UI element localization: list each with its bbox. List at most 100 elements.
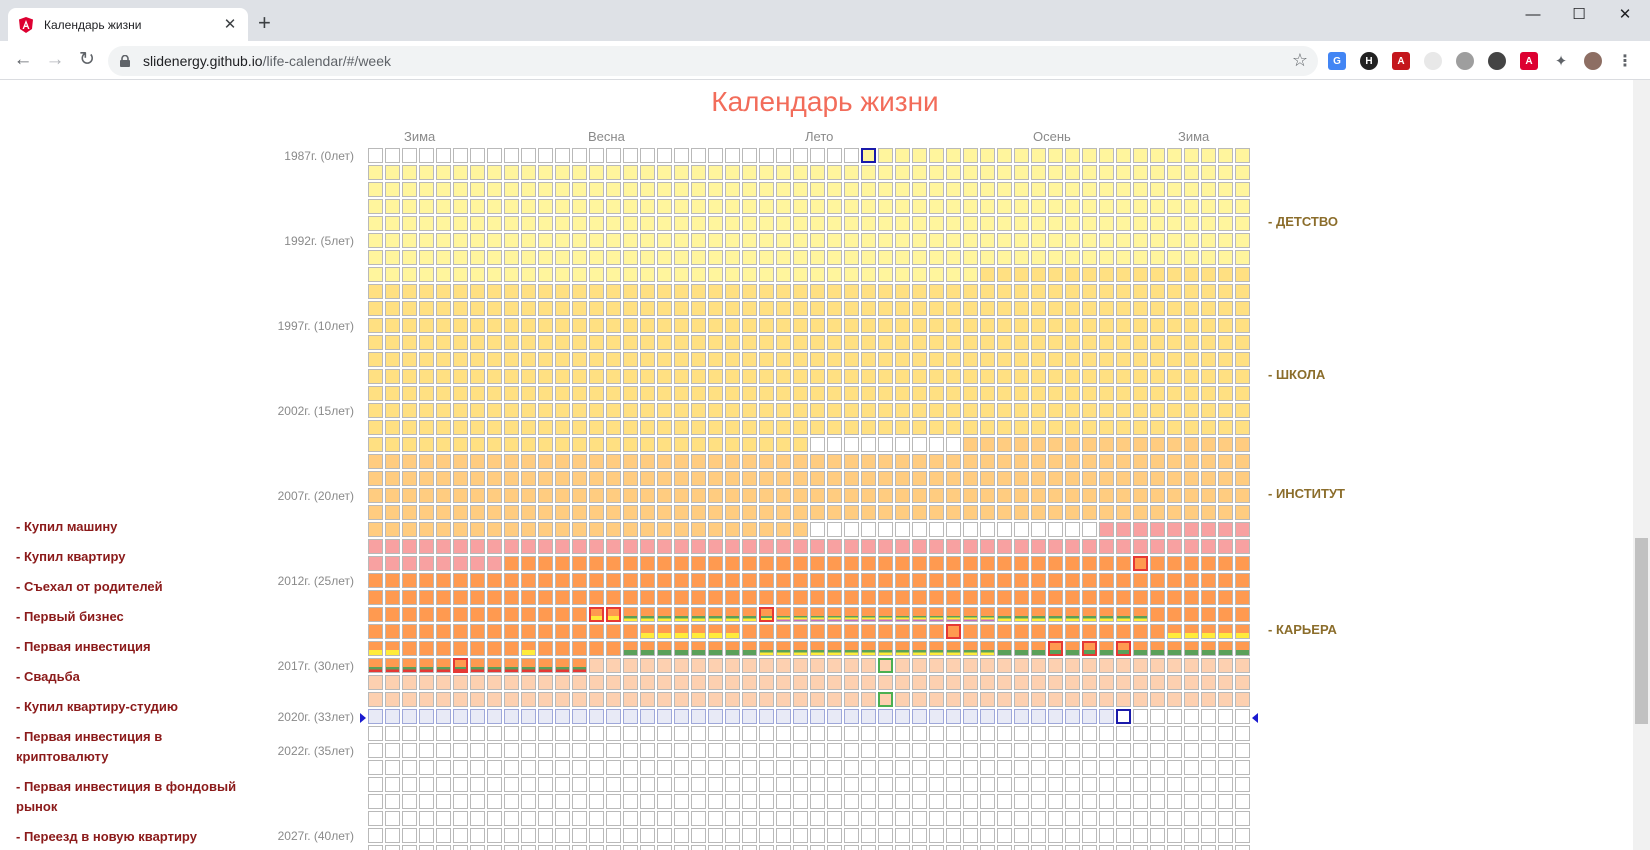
week-cell[interactable] [674, 284, 689, 299]
week-cell[interactable] [878, 301, 893, 316]
week-cell[interactable] [640, 726, 655, 741]
week-cell[interactable] [572, 437, 587, 452]
week-cell[interactable] [504, 284, 519, 299]
week-cell[interactable] [1235, 335, 1250, 350]
week-cell[interactable] [759, 573, 774, 588]
week-cell[interactable] [674, 335, 689, 350]
week-cell[interactable] [385, 811, 400, 826]
week-cell[interactable] [980, 165, 995, 180]
week-cell[interactable] [436, 318, 451, 333]
week-cell[interactable] [487, 658, 502, 673]
week-cell[interactable] [878, 658, 893, 673]
week-cell[interactable] [1031, 726, 1046, 741]
week-cell[interactable] [1014, 573, 1029, 588]
week-cell[interactable] [606, 573, 621, 588]
week-cell[interactable] [453, 199, 468, 214]
week-cell[interactable] [1082, 437, 1097, 452]
week-cell[interactable] [1133, 624, 1148, 639]
week-cell[interactable] [980, 454, 995, 469]
week-cell[interactable] [1150, 556, 1165, 571]
week-cell[interactable] [623, 845, 638, 850]
week-cell[interactable] [402, 845, 417, 850]
week-cell[interactable] [368, 284, 383, 299]
week-cell[interactable] [1031, 675, 1046, 690]
week-cell[interactable] [963, 573, 978, 588]
week-cell[interactable] [1116, 437, 1131, 452]
week-cell[interactable] [946, 199, 961, 214]
week-cell[interactable] [1184, 301, 1199, 316]
week-cell[interactable] [555, 658, 570, 673]
week-cell[interactable] [368, 624, 383, 639]
week-cell[interactable] [538, 488, 553, 503]
week-cell[interactable] [402, 607, 417, 622]
week-cell[interactable] [1133, 607, 1148, 622]
week-cell[interactable] [844, 250, 859, 265]
week-cell[interactable] [623, 624, 638, 639]
week-cell[interactable] [521, 573, 536, 588]
week-cell[interactable] [1133, 250, 1148, 265]
week-cell[interactable] [1167, 182, 1182, 197]
week-cell[interactable] [1201, 522, 1216, 537]
week-cell[interactable] [1235, 607, 1250, 622]
week-cell[interactable] [946, 352, 961, 367]
week-cell[interactable] [606, 420, 621, 435]
week-cell[interactable] [640, 658, 655, 673]
week-cell[interactable] [623, 658, 638, 673]
week-cell[interactable] [385, 743, 400, 758]
week-cell[interactable] [810, 828, 825, 843]
week-cell[interactable] [657, 624, 672, 639]
week-cell[interactable] [657, 743, 672, 758]
week-cell[interactable] [606, 726, 621, 741]
week-cell[interactable] [521, 624, 536, 639]
week-cell[interactable] [436, 335, 451, 350]
week-cell[interactable] [895, 658, 910, 673]
week-cell[interactable] [589, 250, 604, 265]
week-cell[interactable] [504, 828, 519, 843]
week-cell[interactable] [657, 471, 672, 486]
week-cell[interactable] [980, 182, 995, 197]
week-cell[interactable] [1099, 726, 1114, 741]
week-cell[interactable] [572, 233, 587, 248]
week-cell[interactable] [657, 828, 672, 843]
week-cell[interactable] [827, 250, 842, 265]
week-cell[interactable] [980, 233, 995, 248]
week-cell[interactable] [1014, 386, 1029, 401]
week-cell[interactable] [997, 777, 1012, 792]
week-cell[interactable] [1167, 641, 1182, 656]
week-cell[interactable] [572, 454, 587, 469]
week-cell[interactable] [436, 522, 451, 537]
week-cell[interactable] [742, 284, 757, 299]
week-cell[interactable] [606, 267, 621, 282]
week-cell[interactable] [606, 845, 621, 850]
week-cell[interactable] [1014, 471, 1029, 486]
week-cell[interactable] [725, 488, 740, 503]
week-cell[interactable] [436, 471, 451, 486]
week-cell[interactable] [980, 522, 995, 537]
week-cell[interactable] [1014, 488, 1029, 503]
week-cell[interactable] [1150, 182, 1165, 197]
week-cell[interactable] [946, 760, 961, 775]
week-cell[interactable] [1184, 454, 1199, 469]
week-cell[interactable] [912, 743, 927, 758]
week-cell[interactable] [1116, 284, 1131, 299]
week-cell[interactable] [861, 522, 876, 537]
week-cell[interactable] [589, 318, 604, 333]
week-cell[interactable] [674, 624, 689, 639]
week-cell[interactable] [504, 539, 519, 554]
week-cell[interactable] [436, 233, 451, 248]
week-cell[interactable] [640, 148, 655, 163]
week-cell[interactable] [419, 284, 434, 299]
week-cell[interactable] [606, 760, 621, 775]
week-cell[interactable] [538, 386, 553, 401]
week-cell[interactable] [419, 352, 434, 367]
week-cell[interactable] [759, 454, 774, 469]
week-cell[interactable] [1218, 726, 1233, 741]
week-cell[interactable] [402, 267, 417, 282]
week-cell[interactable] [504, 165, 519, 180]
week-cell[interactable] [1201, 420, 1216, 435]
week-cell[interactable] [453, 488, 468, 503]
week-cell[interactable] [793, 777, 808, 792]
week-cell[interactable] [402, 573, 417, 588]
week-cell[interactable] [572, 624, 587, 639]
week-cell[interactable] [810, 233, 825, 248]
